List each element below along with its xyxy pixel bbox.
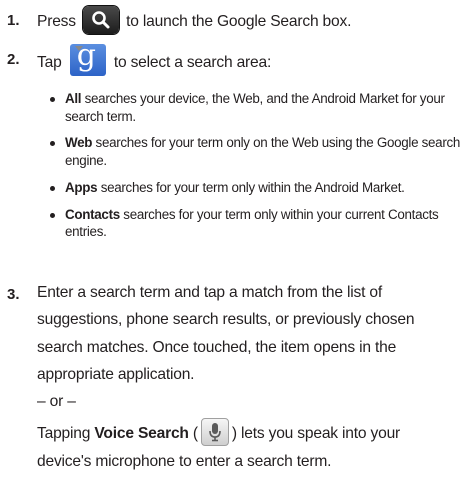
step-number: 3. [7,286,20,303]
dropdown-arrow-icon [75,46,83,51]
list-item: Web searches for your term only on the W… [50,134,465,169]
step-2-suffix: to select a search area: [113,54,272,72]
bullet-term: All [65,91,82,106]
step-text: Press to launch the Google Search box. [37,6,465,36]
step-1-suffix: to launch the Google Search box. [126,13,352,31]
bullet-text: searches your device, the Web, and the A… [65,91,445,124]
bullet-text: searches for your term only on the Web u… [65,135,461,168]
search-area-list: All searches your device, the Web, and t… [50,90,465,250]
list-item: All searches your device, the Web, and t… [50,90,465,125]
microphone-icon [200,418,229,447]
voice-close: ) lets you speak into your [231,425,401,443]
step-number: 1. [7,12,20,29]
bullet-term: Web [65,135,93,151]
voice-prefix: Tapping [37,425,95,443]
step-3-line: appropriate application. [37,365,195,383]
voice-search-term: Voice Search [94,425,189,443]
bullet-text: searches for your term only within the A… [97,179,405,195]
instruction-page: 1. Press to launch the Google Search box… [0,0,473,487]
bullet-text: searches for your term only within your … [65,206,439,240]
step-number: 2. [7,51,20,68]
list-item: Contacts searches for your term only wit… [50,206,465,241]
voice-search-line-2: device's microphone to enter a search te… [37,453,332,471]
bullet-term: Contacts [65,206,120,222]
step-1-prefix: Press [37,13,76,31]
step-text: Tap g to select a search area: [37,40,465,79]
search-key-icon [83,6,120,34]
voice-search-line: Tapping Voice Search ( ) lets you speak … [37,418,465,448]
voice-open: ( [188,425,198,443]
step-text: Enter a search term and tap a match from… [37,279,465,476]
step-3-line: search matches. Once touched, the item o… [37,338,397,356]
step-3-line: Enter a search term and tap a match from… [37,284,382,301]
or-separator: – or – [37,393,76,411]
step-2-prefix: Tap [37,54,62,72]
step-3-line: suggestions, phone search results, or pr… [37,311,415,329]
list-item: Apps searches for your term only within … [50,179,465,197]
bullet-term: Apps [65,179,98,195]
